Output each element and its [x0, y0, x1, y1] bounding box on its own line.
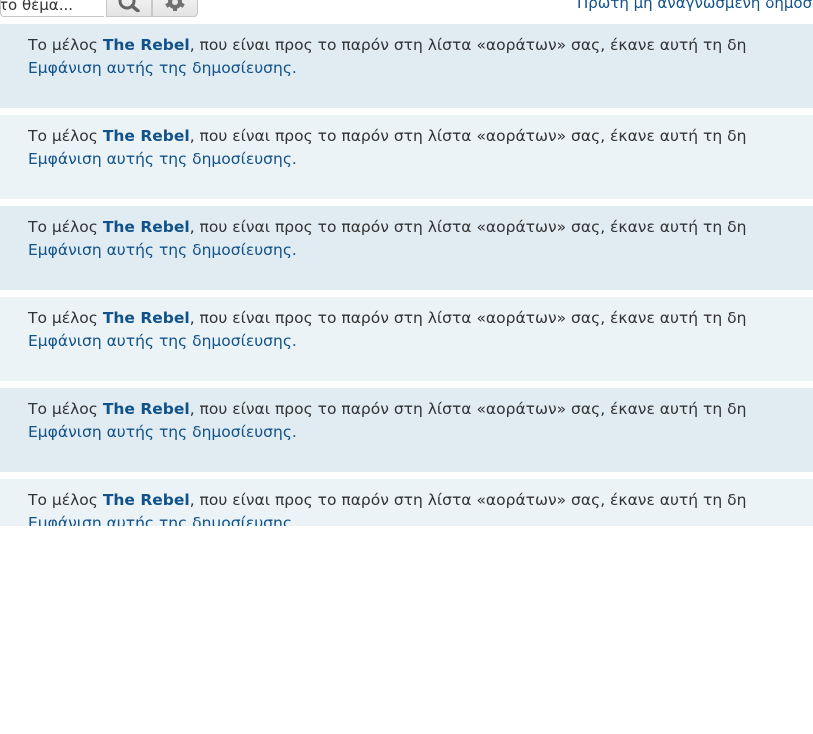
member-name[interactable]: The Rebel [103, 491, 190, 509]
show-post-link[interactable]: Εμφάνιση αυτής της δημοσίευσης. [28, 512, 297, 526]
notice-prefix: Το μέλος [28, 36, 103, 54]
first-unread-post-link[interactable]: Πρώτη μη αναγνωσμένη δημοσίευση [577, 0, 813, 12]
show-post-link[interactable]: Εμφάνιση αυτής της δημοσίευσης. [28, 421, 297, 444]
search-placeholder: το θέμα... [0, 0, 73, 14]
ignored-post: Το μέλος The Rebel, που είναι προς το πα… [0, 206, 813, 290]
notice-suffix: , που είναι προς το παρόν στη λίστα «αορ… [189, 491, 747, 509]
notice-suffix: , που είναι προς το παρόν στη λίστα «αορ… [189, 218, 747, 236]
notice-suffix: , που είναι προς το παρόν στη λίστα «αορ… [189, 400, 747, 418]
member-name[interactable]: The Rebel [103, 36, 190, 54]
notice-prefix: Το μέλος [28, 309, 103, 327]
notice-prefix: Το μέλος [28, 127, 103, 145]
ignored-post-notice: Το μέλος The Rebel, που είναι προς το πα… [28, 34, 813, 57]
search-button[interactable] [106, 0, 152, 17]
show-post-link[interactable]: Εμφάνιση αυτής της δημοσίευσης. [28, 148, 297, 171]
notice-suffix: , που είναι προς το παρόν στη λίστα «αορ… [189, 36, 747, 54]
topic-toolbar: το θέμα... Πρώτη μη αναγνωσμένη δημοσίευ… [0, 0, 813, 20]
show-post-link[interactable]: Εμφάνιση αυτής της δημοσίευσης. [28, 239, 297, 262]
ignored-post: Το μέλος The Rebel, που είναι προς το πα… [0, 479, 813, 526]
ignored-post: Το μέλος The Rebel, που είναι προς το πα… [0, 388, 813, 472]
ignored-post-notice: Το μέλος The Rebel, που είναι προς το πα… [28, 398, 813, 421]
search-icon [118, 0, 140, 12]
ignored-post: Το μέλος The Rebel, που είναι προς το πα… [0, 24, 813, 108]
gear-icon [164, 0, 186, 12]
ignored-post-notice: Το μέλος The Rebel, που είναι προς το πα… [28, 489, 813, 512]
member-name[interactable]: The Rebel [103, 127, 190, 145]
member-name[interactable]: The Rebel [103, 218, 190, 236]
settings-button[interactable] [152, 0, 198, 17]
notice-prefix: Το μέλος [28, 218, 103, 236]
ignored-post-notice: Το μέλος The Rebel, που είναι προς το πα… [28, 216, 813, 239]
member-name[interactable]: The Rebel [103, 400, 190, 418]
notice-suffix: , που είναι προς το παρόν στη λίστα «αορ… [189, 309, 747, 327]
post-list: Το μέλος The Rebel, που είναι προς το πα… [0, 24, 813, 526]
ignored-post-notice: Το μέλος The Rebel, που είναι προς το πα… [28, 125, 813, 148]
show-post-link[interactable]: Εμφάνιση αυτής της δημοσίευσης. [28, 330, 297, 353]
notice-prefix: Το μέλος [28, 491, 103, 509]
show-post-link[interactable]: Εμφάνιση αυτής της δημοσίευσης. [28, 57, 297, 80]
notice-prefix: Το μέλος [28, 400, 103, 418]
ignored-post-notice: Το μέλος The Rebel, που είναι προς το πα… [28, 307, 813, 330]
ignored-post: Το μέλος The Rebel, που είναι προς το πα… [0, 297, 813, 381]
notice-suffix: , που είναι προς το παρόν στη λίστα «αορ… [189, 127, 747, 145]
ignored-post: Το μέλος The Rebel, που είναι προς το πα… [0, 115, 813, 199]
search-input[interactable]: το θέμα... [0, 0, 104, 17]
member-name[interactable]: The Rebel [103, 309, 190, 327]
